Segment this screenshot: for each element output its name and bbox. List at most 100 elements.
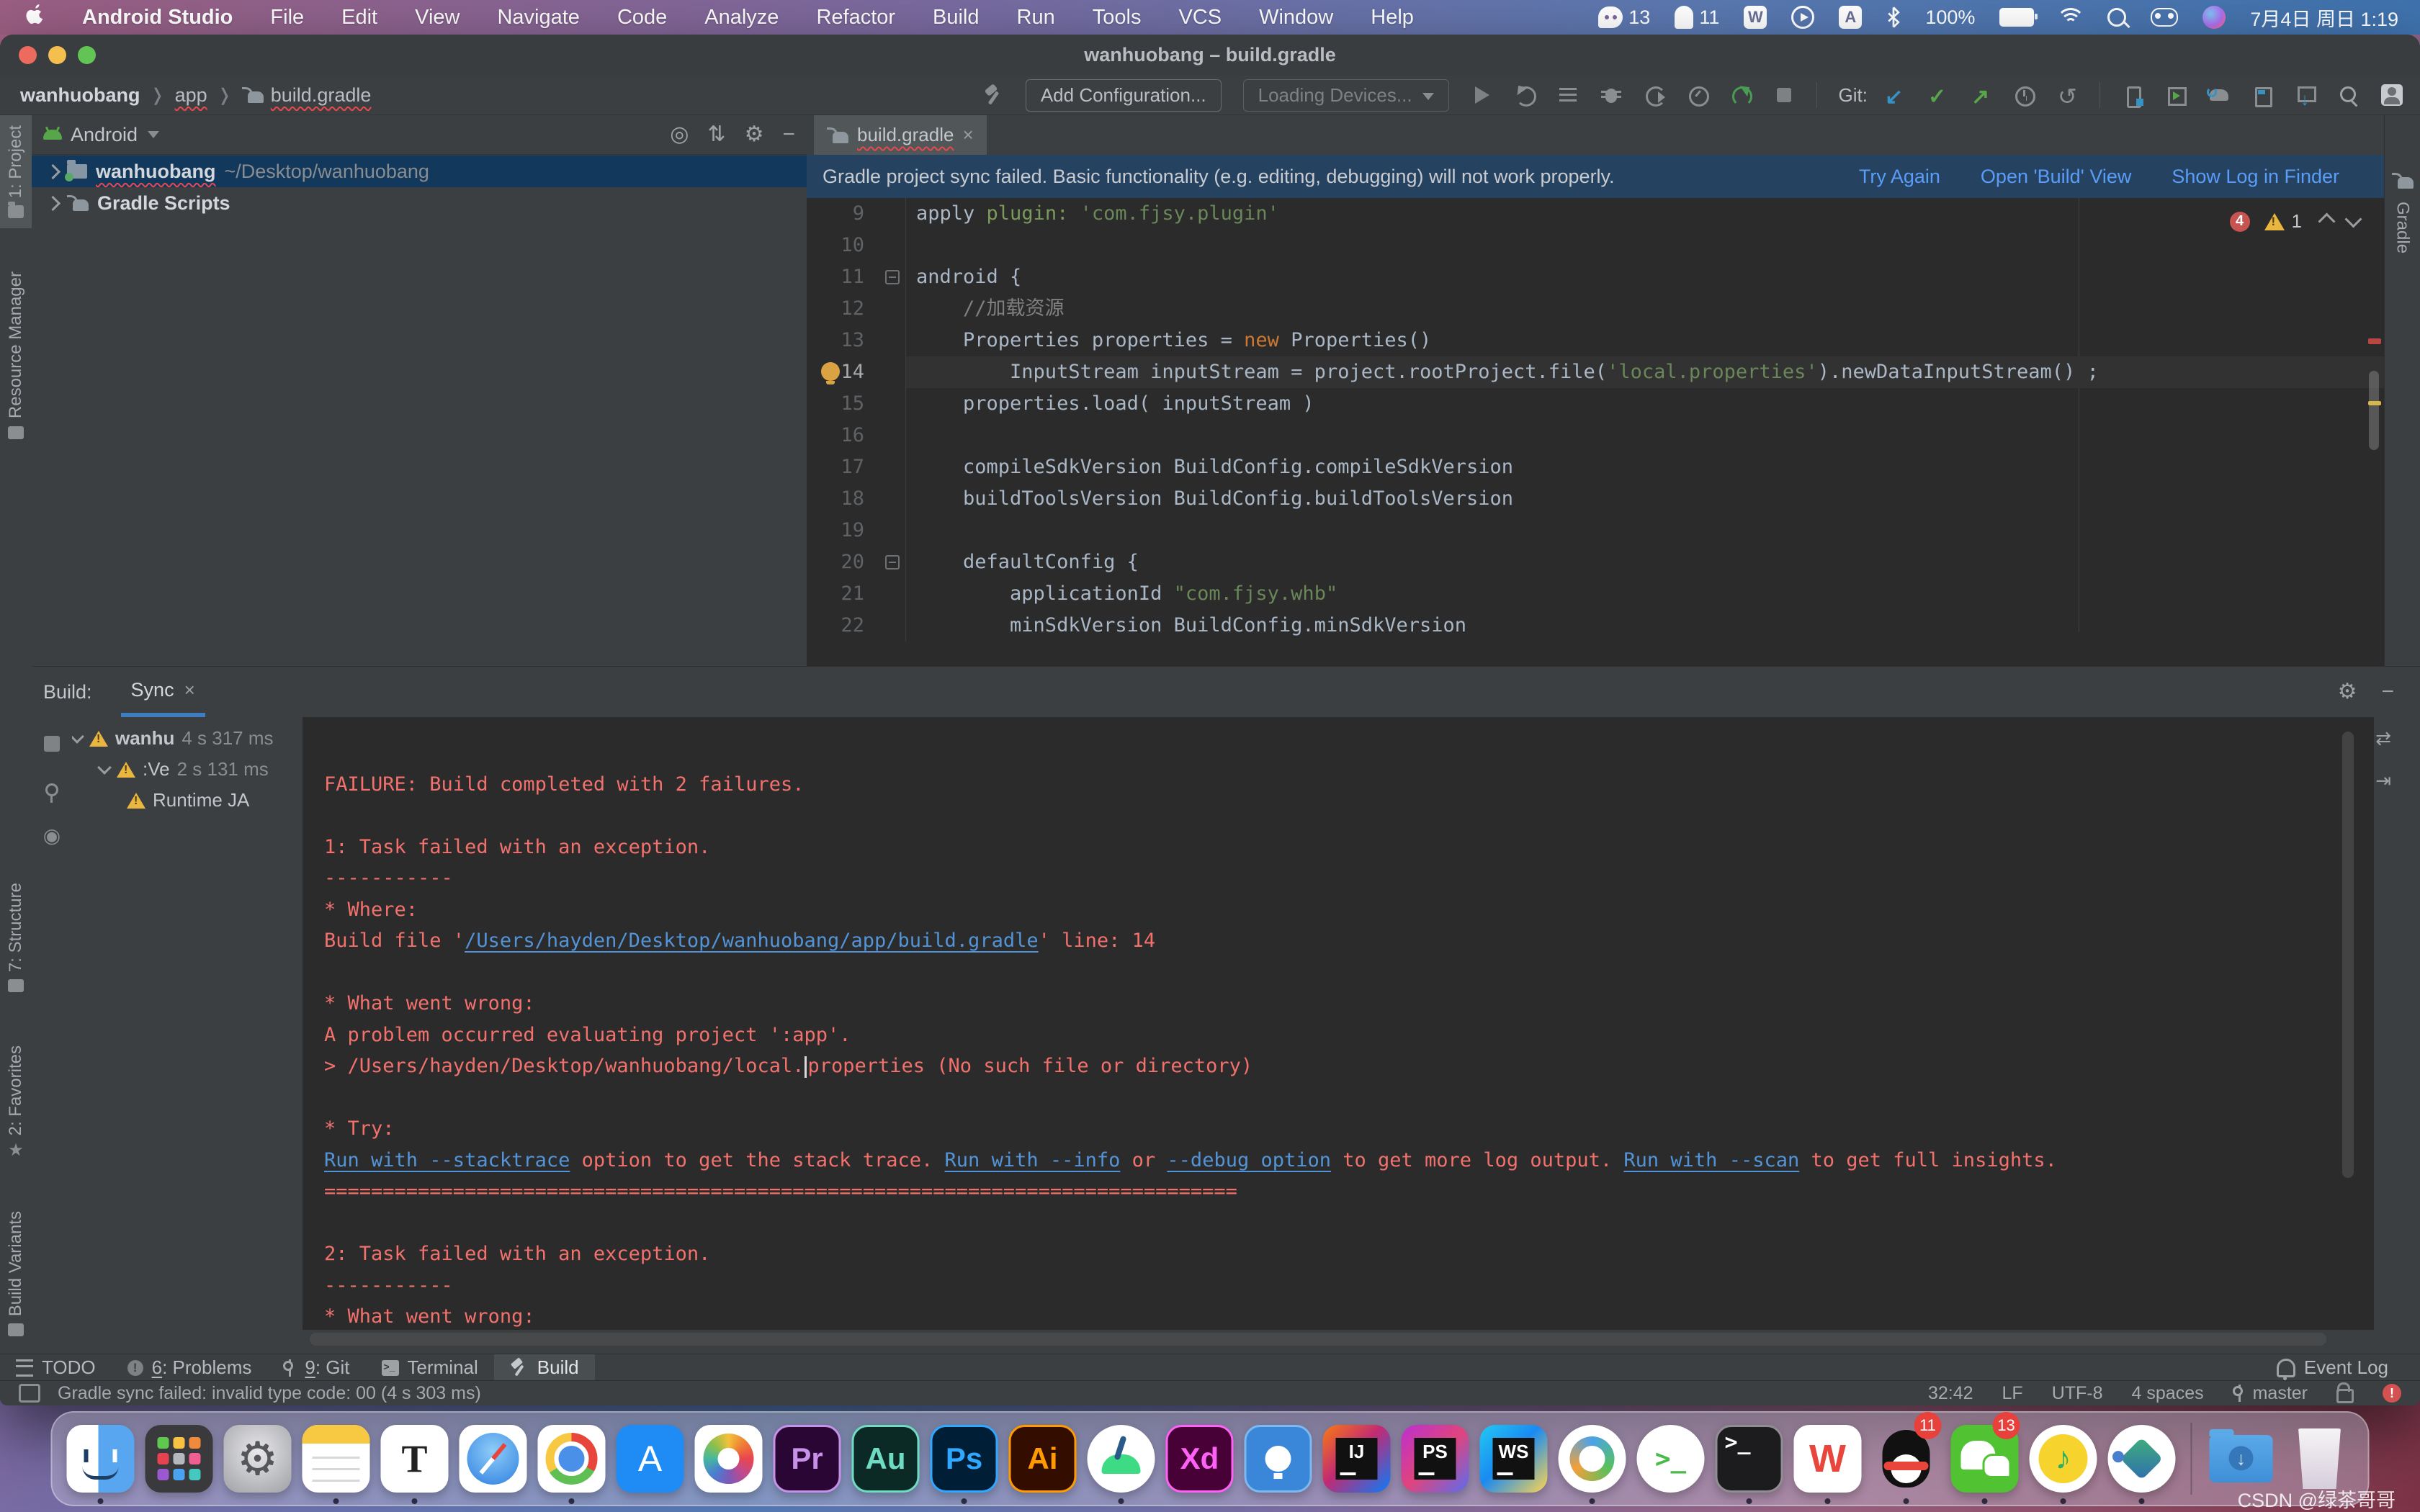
hammer-icon[interactable] <box>982 84 1004 106</box>
console-link[interactable]: Run with --info <box>945 1149 1121 1171</box>
menu-item-view[interactable]: View <box>415 6 460 30</box>
menu-item-help[interactable]: Help <box>1371 6 1414 30</box>
dock-item-appstore[interactable]: A <box>614 1413 687 1504</box>
settings-gear-icon[interactable]: ⚙ <box>2338 681 2357 703</box>
dock-item-audition[interactable]: Au <box>849 1413 923 1504</box>
locate-icon[interactable]: ◎ <box>670 124 689 145</box>
build-tree-item-runtime-ja[interactable]: Runtime JA <box>72 785 302 816</box>
dock-item-mindapp[interactable] <box>2105 1413 2179 1504</box>
file-encoding[interactable]: UTF-8 <box>2052 1383 2103 1404</box>
tool-button-1-project[interactable]: 1: Project <box>0 115 32 228</box>
tool-button-gradle[interactable]: Gradle <box>2393 202 2413 253</box>
stop-square-icon[interactable] <box>44 736 60 752</box>
word-app-icon[interactable]: W <box>1744 6 1767 29</box>
indent-setting[interactable]: 4 spaces <box>2132 1383 2204 1404</box>
settings-gear-icon[interactable]: ⚙ <box>745 124 764 145</box>
toolwindow-9-git[interactable]: 9: Git <box>267 1354 365 1381</box>
dock-item-launchpad[interactable] <box>143 1413 216 1504</box>
dock-item-terminal[interactable]: >_ <box>1713 1413 1786 1504</box>
git-branch-widget[interactable]: master <box>2233 1383 2308 1404</box>
wechat-status-item[interactable]: 13 <box>1598 6 1650 29</box>
dock-item-chrome[interactable] <box>535 1413 609 1504</box>
menu-item-refactor[interactable]: Refactor <box>816 6 895 30</box>
close-tab-icon[interactable]: × <box>962 124 973 146</box>
console-link[interactable]: Run with --scan <box>1623 1149 1799 1171</box>
menu-item-vcs[interactable]: VCS <box>1178 6 1222 30</box>
dock-item-photoshop[interactable]: Ps <box>928 1413 1001 1504</box>
update-project-icon[interactable] <box>1883 84 1905 106</box>
dock-item-phpstorm[interactable]: PS <box>1399 1413 1472 1504</box>
hide-panel-icon[interactable]: − <box>2381 681 2394 703</box>
notification-status-item[interactable]: 11 <box>1675 6 1719 29</box>
soft-wrap-icon[interactable]: ⇄ <box>2375 727 2391 750</box>
breadcrumb-wanhuobang[interactable]: wanhuobang <box>20 84 140 107</box>
intention-bulb-icon[interactable] <box>821 362 840 381</box>
previous-error-icon[interactable] <box>2318 212 2335 230</box>
chevron-right-icon[interactable] <box>45 163 60 179</box>
tool-button-resource-manager[interactable]: Resource Manager <box>0 261 32 449</box>
chevron-down-icon[interactable] <box>72 729 84 744</box>
tree-item-gradle-scripts[interactable]: Gradle Scripts <box>32 187 807 219</box>
hide-panel-icon[interactable]: − <box>782 124 795 145</box>
rollback-icon[interactable] <box>2056 84 2078 106</box>
tab-sync[interactable]: Sync × <box>121 667 205 717</box>
dock-item-wechat[interactable]: 13 <box>1948 1413 2022 1504</box>
breadcrumb-build-gradle[interactable]: build.gradle <box>242 84 372 107</box>
tree-item-wanhuobang[interactable]: wanhuobang~/Desktop/wanhuobang <box>32 156 807 187</box>
lock-icon[interactable] <box>2336 1389 2354 1403</box>
toolwindow-toggle-icon[interactable] <box>19 1384 40 1403</box>
dock-item-premiere[interactable]: Pr <box>771 1413 844 1504</box>
bluetooth-icon[interactable] <box>1886 6 1901 28</box>
tool-button-2-favorites[interactable]: 2: Favorites★ <box>0 1035 32 1167</box>
dock-item-illustrator[interactable]: Ai <box>1006 1413 1080 1504</box>
collapse-all-icon[interactable]: ⇅ <box>707 124 725 145</box>
chevron-down-icon[interactable] <box>97 760 112 775</box>
build-console[interactable]: FAILURE: Build completed with 2 failures… <box>302 717 2374 1330</box>
user-avatar-icon[interactable] <box>2381 84 2403 106</box>
a-app-icon[interactable]: A <box>1839 6 1862 29</box>
banner-action-show-log-in-finder[interactable]: Show Log in Finder <box>2172 166 2339 188</box>
tool-button-7-structure[interactable]: 7: Structure <box>0 873 32 1002</box>
device-selector-dropdown[interactable]: Loading Devices... <box>1243 79 1449 112</box>
spotlight-search-icon[interactable] <box>2107 8 2126 27</box>
siri-icon[interactable] <box>2202 6 2226 29</box>
dock-item-pxcook[interactable] <box>1242 1413 1315 1504</box>
build-tree-item-wanhu[interactable]: wanhu4 s 317 ms <box>72 723 302 754</box>
line-ending[interactable]: LF <box>2002 1383 2023 1404</box>
dock-item-webstorm[interactable]: WS <box>1477 1413 1551 1504</box>
build-tree-item-ve[interactable]: :Ve2 s 131 ms <box>72 754 302 785</box>
console-link[interactable]: Run with --stacktrace <box>324 1149 570 1171</box>
menu-item-window[interactable]: Window <box>1259 6 1333 30</box>
dock-item-qq[interactable]: 11 <box>1870 1413 1943 1504</box>
dock-item-qqmusic[interactable] <box>2027 1413 2100 1504</box>
console-link[interactable]: --debug option <box>1167 1149 1331 1171</box>
dock-item-xd[interactable]: Xd <box>1163 1413 1237 1504</box>
dock-item-textedit[interactable]: T <box>378 1413 452 1504</box>
toolwindow-build[interactable]: Build <box>494 1354 595 1381</box>
add-configuration-button[interactable]: Add Configuration... <box>1026 79 1222 112</box>
apple-menu-icon[interactable] <box>26 4 45 31</box>
scrollbar-thumb[interactable] <box>2369 371 2379 450</box>
dock-item-photos[interactable] <box>692 1413 766 1504</box>
play-status-icon[interactable] <box>1791 6 1814 29</box>
dock-item-chatapp[interactable]: >_ <box>1634 1413 1708 1504</box>
run-configurations-icon[interactable] <box>1557 84 1579 106</box>
menubar-clock[interactable]: 7月4日 周日 1:19 <box>2250 4 2398 32</box>
attach-profiler-icon[interactable] <box>1644 84 1665 106</box>
menu-item-file[interactable]: File <box>270 6 304 30</box>
wifi-icon[interactable] <box>2058 8 2083 27</box>
fold-marker-icon[interactable] <box>885 555 900 570</box>
debug-icon[interactable] <box>1600 84 1622 106</box>
console-horizontal-scrollbar[interactable] <box>310 1333 2326 1346</box>
dock-item-neo4j[interactable] <box>1556 1413 1629 1504</box>
console-link[interactable]: /Users/hayden/Desktop/wanhuobang/app/bui… <box>465 930 1039 952</box>
code-editor[interactable]: 9apply plugin: 'com.fjsy.plugin'10 11and… <box>807 198 2384 632</box>
error-stripe-mark[interactable] <box>2368 338 2381 344</box>
banner-action-try-again[interactable]: Try Again <box>1859 166 1940 188</box>
inspect-icon[interactable]: ◉ <box>43 828 60 844</box>
close-tab-icon[interactable]: × <box>184 679 195 701</box>
history-icon[interactable] <box>2013 84 2035 106</box>
menu-item-run[interactable]: Run <box>1017 6 1055 30</box>
push-icon[interactable] <box>1970 84 1991 106</box>
menu-item-navigate[interactable]: Navigate <box>497 6 579 30</box>
